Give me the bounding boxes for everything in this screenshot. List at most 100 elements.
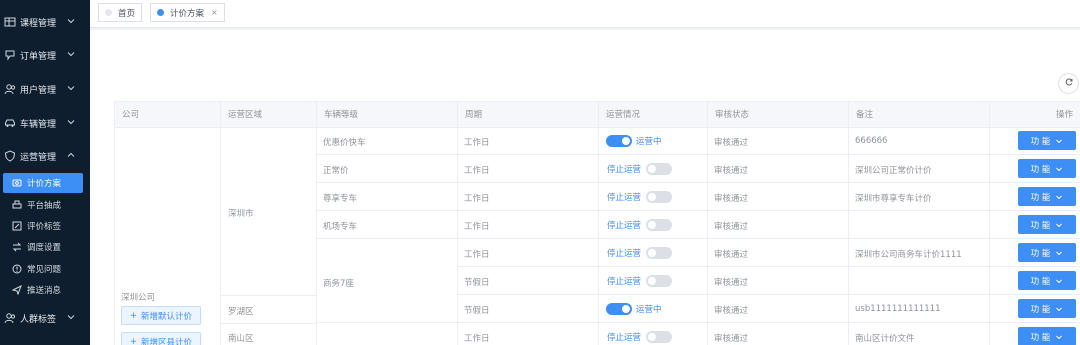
area-name: 罗湖区 bbox=[228, 307, 254, 317]
remark-cell: 深圳市尊享专车计价 bbox=[855, 194, 932, 204]
users-icon bbox=[4, 312, 16, 324]
function-label: 功 能 bbox=[1030, 332, 1051, 343]
chevron-down-icon bbox=[1055, 333, 1063, 341]
col-level: 车辆等级 bbox=[317, 102, 458, 128]
menu-user-label: 用户管理 bbox=[20, 85, 57, 96]
tab-pricing[interactable]: 计价方案 × bbox=[150, 3, 225, 22]
operation-toggle[interactable] bbox=[646, 219, 672, 231]
area-name: 南山区 bbox=[228, 334, 254, 344]
operation-toggle[interactable] bbox=[606, 135, 632, 147]
refresh-button[interactable] bbox=[1058, 73, 1079, 94]
review-cell: 审核通过 bbox=[714, 250, 749, 260]
chevron-up-icon bbox=[66, 150, 76, 160]
review-cell: 审核通过 bbox=[714, 334, 749, 344]
menu-order[interactable]: 订单管理 bbox=[0, 40, 90, 70]
menu-operation[interactable]: 运营管理 bbox=[0, 141, 90, 171]
review-cell: 审核通过 bbox=[714, 306, 749, 316]
company-name: 深圳公司 bbox=[121, 293, 156, 303]
operation-toggle[interactable] bbox=[646, 247, 672, 259]
function-dropdown-button[interactable]: 功 能 bbox=[1018, 271, 1076, 290]
alert-circle-icon bbox=[12, 264, 22, 274]
operation-toggle[interactable] bbox=[646, 163, 672, 175]
merge-mask bbox=[317, 294, 457, 296]
period-cell: 工作日 bbox=[464, 166, 490, 176]
operation-status: 停止运营 bbox=[607, 221, 642, 231]
operation-status: 停止运营 bbox=[607, 165, 642, 175]
col-review: 审核状态 bbox=[708, 102, 849, 128]
operation-toggle[interactable] bbox=[646, 191, 672, 203]
remark-cell: 深圳市公司商务车计价1111 bbox=[855, 250, 962, 260]
add-default-pricing-button[interactable]: + 新增默认计价 bbox=[121, 306, 201, 325]
function-dropdown-button[interactable]: 功 能 bbox=[1018, 187, 1076, 206]
operation-toggle[interactable] bbox=[646, 331, 672, 343]
menu-order-label: 订单管理 bbox=[20, 51, 57, 62]
toggle-knob bbox=[622, 305, 630, 313]
toggle-knob bbox=[648, 221, 656, 229]
function-label: 功 能 bbox=[1030, 220, 1051, 231]
add-default-label: 新增默认计价 bbox=[141, 311, 193, 322]
chevron-down-icon bbox=[1055, 137, 1063, 145]
function-dropdown-button[interactable]: 功 能 bbox=[1018, 243, 1076, 262]
toggle-knob bbox=[648, 165, 656, 173]
row-divider bbox=[316, 154, 1080, 155]
column-divider bbox=[707, 101, 708, 345]
remark-cell: 666666 bbox=[855, 136, 888, 146]
column-divider bbox=[989, 101, 990, 345]
menu-course-label: 课程管理 bbox=[20, 18, 57, 29]
menu-crowd[interactable]: 人群标签 bbox=[0, 303, 90, 333]
tab-home-label: 首页 bbox=[118, 8, 136, 19]
operation-toggle[interactable] bbox=[646, 275, 672, 287]
chevron-down-icon bbox=[1055, 165, 1063, 173]
function-label: 功 能 bbox=[1030, 164, 1051, 175]
function-dropdown-button[interactable]: 功 能 bbox=[1018, 215, 1076, 234]
operation-status: 停止运营 bbox=[607, 333, 642, 343]
chevron-down-icon bbox=[66, 117, 76, 127]
operation-status: 运营中 bbox=[636, 137, 662, 147]
operation-status: 运营中 bbox=[636, 305, 662, 315]
function-dropdown-button[interactable]: 功 能 bbox=[1018, 327, 1076, 345]
menu-course[interactable]: 课程管理 bbox=[0, 7, 90, 37]
toggle-knob bbox=[622, 137, 630, 145]
col-operation: 运营情况 bbox=[599, 102, 708, 128]
submenu-dispatch[interactable]: 调度设置 bbox=[0, 237, 90, 257]
menu-user[interactable]: 用户管理 bbox=[0, 74, 90, 104]
submenu-faq[interactable]: 常见问题 bbox=[0, 259, 90, 279]
function-label: 功 能 bbox=[1030, 248, 1051, 259]
chevron-down-icon bbox=[66, 83, 76, 93]
close-icon[interactable]: × bbox=[211, 8, 218, 17]
submenu-rating-tags[interactable]: 评价标签 bbox=[0, 216, 90, 236]
period-cell: 工作日 bbox=[464, 250, 490, 260]
operation-status: 停止运营 bbox=[607, 249, 642, 259]
menu-operation-label: 运营管理 bbox=[20, 152, 57, 163]
column-divider bbox=[598, 101, 599, 345]
level-cell: 机场专车 bbox=[323, 222, 358, 232]
review-cell: 审核通过 bbox=[714, 222, 749, 232]
function-label: 功 能 bbox=[1030, 276, 1051, 287]
function-label: 功 能 bbox=[1030, 136, 1051, 147]
function-dropdown-button[interactable]: 功 能 bbox=[1018, 299, 1076, 318]
operation-toggle[interactable] bbox=[606, 303, 632, 315]
operation-status: 停止运营 bbox=[607, 277, 642, 287]
chevron-down-icon bbox=[66, 49, 76, 59]
submenu-commission[interactable]: 平台抽成 bbox=[0, 195, 90, 215]
review-cell: 审核通过 bbox=[714, 194, 749, 204]
submenu-push[interactable]: 推送消息 bbox=[0, 280, 90, 300]
period-cell: 工作日 bbox=[464, 138, 490, 148]
function-dropdown-button[interactable]: 功 能 bbox=[1018, 159, 1076, 178]
menu-vehicle[interactable]: 车辆管理 bbox=[0, 108, 90, 138]
remark-cell: usb1111111111111 bbox=[855, 304, 941, 314]
function-label: 功 能 bbox=[1030, 192, 1051, 203]
row-divider bbox=[316, 182, 1080, 183]
table-icon bbox=[4, 16, 16, 28]
tab-dot bbox=[105, 9, 112, 16]
submenu-pricing[interactable]: 计价方案 bbox=[3, 173, 83, 193]
tab-home[interactable]: 首页 bbox=[98, 3, 143, 22]
col-area: 运营区域 bbox=[221, 102, 317, 128]
level-cell: 优惠价快车 bbox=[323, 138, 366, 148]
period-cell: 工作日 bbox=[464, 194, 490, 204]
submenu-pricing-label: 计价方案 bbox=[27, 179, 62, 189]
add-area-pricing-button[interactable]: + 新增区县计价 bbox=[121, 332, 201, 345]
function-dropdown-button[interactable]: 功 能 bbox=[1018, 131, 1076, 150]
column-divider bbox=[848, 101, 849, 345]
chevron-down-icon bbox=[1055, 277, 1063, 285]
